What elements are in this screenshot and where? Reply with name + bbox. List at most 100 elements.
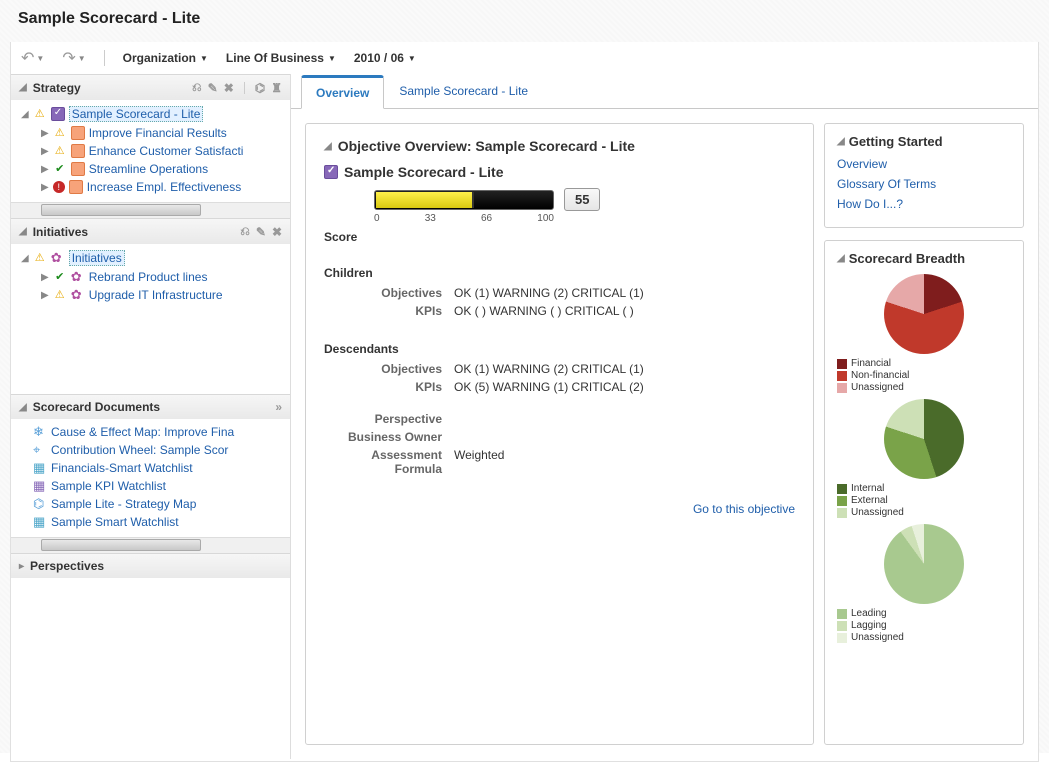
gauge-ticks: 0 33 66 100 xyxy=(374,213,554,224)
objective-icon xyxy=(71,126,85,140)
page-title: Sample Scorecard - Lite xyxy=(18,10,1031,28)
document-link[interactable]: Cause & Effect Map: Improve Fina xyxy=(51,425,234,439)
expand-icon[interactable]: ▶ xyxy=(41,146,49,157)
formula-label: Assessment Formula xyxy=(324,448,454,476)
scrollbar-horizontal[interactable] xyxy=(11,537,290,553)
toolbar-icon[interactable]: ⎌ xyxy=(240,224,250,239)
delete-icon[interactable]: ✖ xyxy=(272,225,282,239)
watchlist-icon: ▦ xyxy=(33,479,47,493)
pie-financial xyxy=(884,274,964,354)
map-icon: ❄ xyxy=(33,425,47,439)
go-to-objective-link[interactable]: Go to this objective xyxy=(693,502,795,516)
initiative-icon: ✿ xyxy=(71,288,85,302)
score-value: 55 xyxy=(564,188,600,211)
organization-dropdown[interactable]: Organization▼ xyxy=(123,51,208,65)
warning-icon: ⚠ xyxy=(53,288,67,302)
collapse-icon[interactable]: ◢ xyxy=(837,136,845,147)
documents-panel: ◢ Scorecard Documents » ❄ Cause & Effect … xyxy=(11,394,290,553)
document-link[interactable]: Sample KPI Watchlist xyxy=(51,479,166,493)
scorecard-icon xyxy=(51,107,65,121)
tree-item[interactable]: Rebrand Product lines xyxy=(89,270,208,284)
collapse-icon[interactable]: ◢ xyxy=(324,141,332,152)
scrollbar-horizontal[interactable] xyxy=(11,202,290,218)
edit-icon[interactable]: ✎ xyxy=(256,225,266,239)
tree-item[interactable]: Improve Financial Results xyxy=(89,126,227,140)
expand-icon[interactable]: ◢ xyxy=(21,253,29,264)
objective-icon xyxy=(71,162,85,176)
perspectives-panel-head[interactable]: ▸ Perspectives xyxy=(11,553,290,578)
gs-link-overview[interactable]: Overview xyxy=(837,157,1011,171)
expand-icon[interactable]: ▶ xyxy=(41,164,49,175)
tab-scorecard[interactable]: Sample Scorecard - Lite xyxy=(384,75,543,109)
score-label: Score xyxy=(324,230,795,244)
document-link[interactable]: Sample Lite - Strategy Map xyxy=(51,497,196,511)
expand-icon[interactable]: ▶ xyxy=(41,128,49,139)
tree-item[interactable]: Upgrade IT Infrastructure xyxy=(89,288,223,302)
legend-internal: Internal External Unassigned xyxy=(837,483,1011,518)
warning-icon: ⚠ xyxy=(33,107,47,121)
edit-icon[interactable]: ✎ xyxy=(208,81,218,95)
strategy-panel: ◢ Strategy ⎌ ✎ ✖ ⌬ ♜ ◢ ⚠ xyxy=(11,74,290,218)
tree-item[interactable]: Increase Empl. Effectiveness xyxy=(87,180,242,194)
critical-icon: ! xyxy=(53,181,65,193)
document-link[interactable]: Contribution Wheel: Sample Scor xyxy=(51,443,228,457)
descendants-heading: Descendants xyxy=(324,342,795,356)
delete-icon[interactable]: ✖ xyxy=(224,81,234,95)
ok-icon: ✔ xyxy=(53,162,67,176)
watchlist-icon: ▦ xyxy=(33,515,47,529)
descendants-kpis: OK (5) WARNING (1) CRITICAL (2) xyxy=(454,380,644,394)
wheel-icon: ⌖ xyxy=(33,443,47,457)
tree-item[interactable]: Streamline Operations xyxy=(89,162,208,176)
documents-heading: Scorecard Documents xyxy=(33,400,160,414)
scorecard-icon xyxy=(324,165,338,179)
warning-icon: ⚠ xyxy=(33,251,47,265)
collapse-icon[interactable]: ◢ xyxy=(19,82,27,93)
undo-button[interactable]: ↶▼ xyxy=(21,48,44,68)
perspective-label: Perspective xyxy=(324,412,454,426)
gs-link-glossary[interactable]: Glossary Of Terms xyxy=(837,177,1011,191)
initiative-icon: ✿ xyxy=(51,251,65,265)
gs-link-howdoi[interactable]: How Do I...? xyxy=(837,197,1011,211)
tree-root-scorecard[interactable]: Sample Scorecard - Lite xyxy=(69,106,204,122)
getting-started-panel: ◢Getting Started Overview Glossary Of Te… xyxy=(824,123,1024,228)
collapse-icon[interactable]: ◢ xyxy=(19,402,27,413)
collapse-icon[interactable]: ◢ xyxy=(19,226,27,237)
pie-leading xyxy=(884,524,964,604)
children-heading: Children xyxy=(324,266,795,280)
formula-value: Weighted xyxy=(454,448,504,476)
period-dropdown[interactable]: 2010 / 06▼ xyxy=(354,51,416,65)
overview-title: Objective Overview: Sample Scorecard - L… xyxy=(338,138,635,154)
tab-overview[interactable]: Overview xyxy=(301,75,384,109)
initiatives-heading: Initiatives xyxy=(33,225,88,239)
pie-internal xyxy=(884,399,964,479)
collapse-icon[interactable]: ◢ xyxy=(837,253,845,264)
legend-leading: Leading Lagging Unassigned xyxy=(837,608,1011,643)
tree-root-initiatives[interactable]: Initiatives xyxy=(69,250,125,266)
ok-icon: ✔ xyxy=(53,270,67,284)
expand-icon[interactable]: ▸ xyxy=(19,561,24,572)
objective-icon xyxy=(69,180,83,194)
overview-subject: Sample Scorecard - Lite xyxy=(344,164,504,180)
lob-dropdown[interactable]: Line Of Business▼ xyxy=(226,51,336,65)
redo-button[interactable]: ↷▼ xyxy=(62,48,85,68)
expand-icon[interactable]: ▶ xyxy=(41,182,49,193)
toolbar-icon[interactable]: ⎌ xyxy=(192,80,202,95)
strategy-heading: Strategy xyxy=(33,81,81,95)
tab-bar: Overview Sample Scorecard - Lite xyxy=(291,74,1038,109)
more-icon[interactable]: » xyxy=(275,400,282,414)
expand-icon[interactable]: ▶ xyxy=(41,290,49,301)
document-link[interactable]: Sample Smart Watchlist xyxy=(51,515,179,529)
warning-icon: ⚠ xyxy=(53,144,67,158)
hierarchy-icon[interactable]: ⌬ xyxy=(255,81,265,95)
descendants-objectives: OK (1) WARNING (2) CRITICAL (1) xyxy=(454,362,644,376)
tree-icon[interactable]: ♜ xyxy=(271,81,282,95)
owner-label: Business Owner xyxy=(324,430,454,444)
expand-icon[interactable]: ▶ xyxy=(41,272,49,283)
watchlist-icon: ▦ xyxy=(33,461,47,475)
warning-icon: ⚠ xyxy=(53,126,67,140)
tree-item[interactable]: Enhance Customer Satisfacti xyxy=(89,144,244,158)
expand-icon[interactable]: ◢ xyxy=(21,109,29,120)
initiatives-panel: ◢ Initiatives ⎌ ✎ ✖ ◢ ⚠ ✿ Initiatives xyxy=(11,218,290,394)
document-link[interactable]: Financials-Smart Watchlist xyxy=(51,461,193,475)
initiative-icon: ✿ xyxy=(71,270,85,284)
